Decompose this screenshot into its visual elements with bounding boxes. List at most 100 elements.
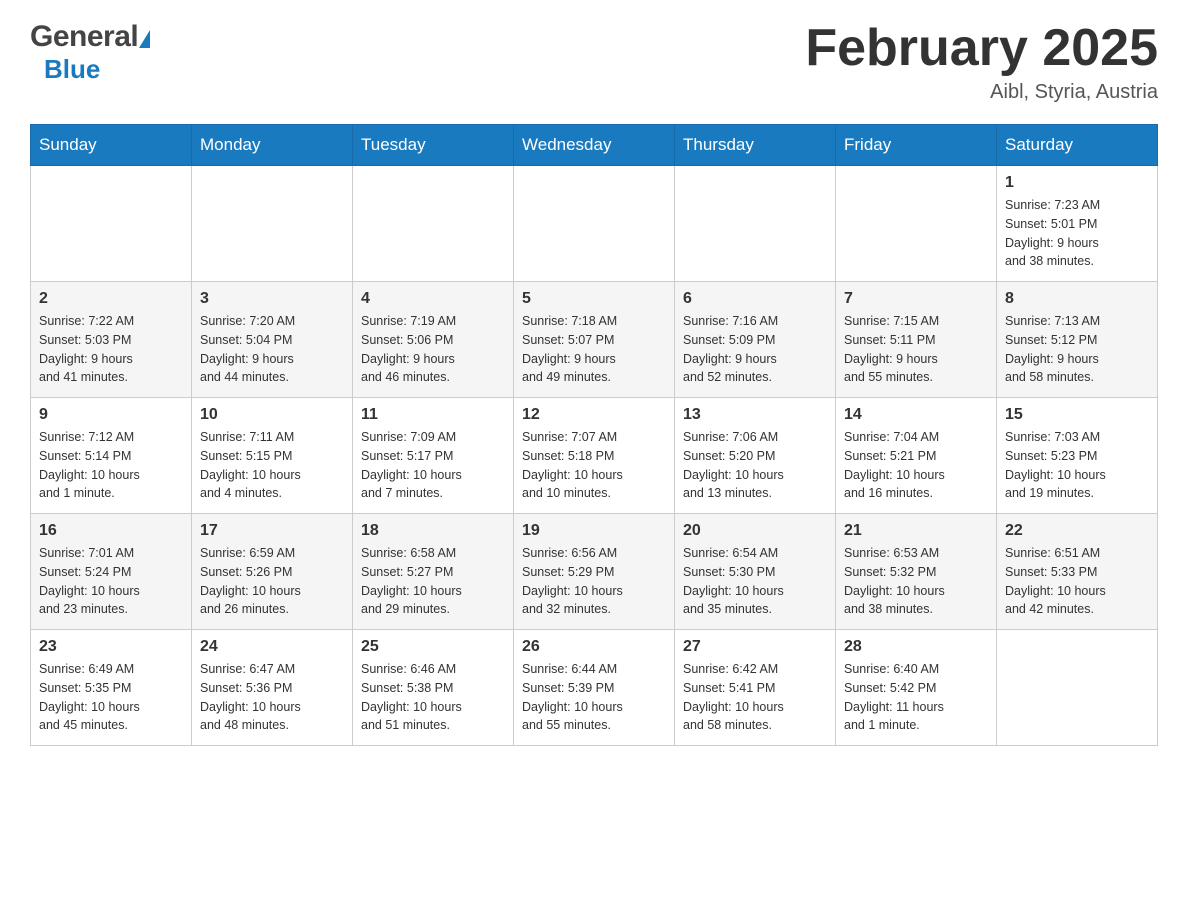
calendar-cell — [514, 166, 675, 282]
day-number: 4 — [361, 290, 505, 308]
calendar-cell: 2Sunrise: 7:22 AM Sunset: 5:03 PM Daylig… — [31, 282, 192, 398]
calendar-cell — [353, 166, 514, 282]
calendar-cell: 16 Sunrise: 7:01 AM Sunset: 5:24 PM Dayli… — [31, 514, 192, 630]
calendar-cell: 17 Sunrise: 6:59 AM Sunset: 5:26 PM Dayli… — [192, 514, 353, 630]
month-title: February 2025 — [805, 20, 1158, 77]
day-number: 25 — [361, 638, 505, 656]
day-info: Sunrise: 6:53 AM Sunset: 5:32 PM Dayligh… — [844, 544, 988, 619]
calendar-cell: 1 Sunrise: 7:23 AM Sunset: 5:01 PM Daylig… — [997, 166, 1158, 282]
calendar-week-row: 23Sunrise: 6:49 AM Sunset: 5:35 PM Dayli… — [31, 630, 1158, 746]
logo: General Blue — [30, 20, 150, 85]
calendar-cell: 20 Sunrise: 6:54 AM Sunset: 5:30 PM Dayli… — [675, 514, 836, 630]
calendar-day-header: Sunday — [31, 125, 192, 166]
day-info: Sunrise: 7:11 AM Sunset: 5:15 PM Dayligh… — [200, 428, 344, 503]
calendar-table: SundayMondayTuesdayWednesdayThursdayFrid… — [30, 124, 1158, 746]
day-info: Sunrise: 7:03 AM Sunset: 5:23 PM Dayligh… — [1005, 428, 1149, 503]
calendar-cell: 15 Sunrise: 7:03 AM Sunset: 5:23 PM Dayli… — [997, 398, 1158, 514]
day-number: 6 — [683, 290, 827, 308]
calendar-cell: 26Sunrise: 6:44 AM Sunset: 5:39 PM Dayli… — [514, 630, 675, 746]
calendar-cell: 13 Sunrise: 7:06 AM Sunset: 5:20 PM Dayli… — [675, 398, 836, 514]
calendar-cell: 10 Sunrise: 7:11 AM Sunset: 5:15 PM Dayli… — [192, 398, 353, 514]
calendar-cell — [997, 630, 1158, 746]
day-number: 15 — [1005, 406, 1149, 424]
day-info: Sunrise: 7:13 AM Sunset: 5:12 PM Dayligh… — [1005, 312, 1149, 387]
day-number: 28 — [844, 638, 988, 656]
calendar-cell: 21 Sunrise: 6:53 AM Sunset: 5:32 PM Dayli… — [836, 514, 997, 630]
calendar-cell: 11 Sunrise: 7:09 AM Sunset: 5:17 PM Dayli… — [353, 398, 514, 514]
calendar-cell: 22 Sunrise: 6:51 AM Sunset: 5:33 PM Dayli… — [997, 514, 1158, 630]
day-number: 12 — [522, 406, 666, 424]
day-number: 13 — [683, 406, 827, 424]
calendar-cell — [836, 166, 997, 282]
calendar-cell: 18 Sunrise: 6:58 AM Sunset: 5:27 PM Dayli… — [353, 514, 514, 630]
calendar-header-row: SundayMondayTuesdayWednesdayThursdayFrid… — [31, 125, 1158, 166]
day-number: 7 — [844, 290, 988, 308]
day-number: 26 — [522, 638, 666, 656]
calendar-day-header: Wednesday — [514, 125, 675, 166]
calendar-cell: 6 Sunrise: 7:16 AM Sunset: 5:09 PM Daylig… — [675, 282, 836, 398]
day-info: Sunrise: 7:19 AM Sunset: 5:06 PM Dayligh… — [361, 312, 505, 387]
day-info: Sunrise: 6:54 AM Sunset: 5:30 PM Dayligh… — [683, 544, 827, 619]
page-header: General Blue February 2025 Aibl, Styria,… — [30, 20, 1158, 104]
day-info: Sunrise: 6:59 AM Sunset: 5:26 PM Dayligh… — [200, 544, 344, 619]
calendar-cell: 9 Sunrise: 7:12 AM Sunset: 5:14 PM Daylig… — [31, 398, 192, 514]
calendar-day-header: Monday — [192, 125, 353, 166]
day-number: 20 — [683, 522, 827, 540]
day-info: Sunrise: 7:15 AM Sunset: 5:11 PM Dayligh… — [844, 312, 988, 387]
calendar-cell — [31, 166, 192, 282]
location-text: Aibl, Styria, Austria — [805, 81, 1158, 104]
day-number: 3 — [200, 290, 344, 308]
calendar-day-header: Thursday — [675, 125, 836, 166]
day-info: Sunrise: 6:47 AM Sunset: 5:36 PM Dayligh… — [200, 660, 344, 735]
calendar-week-row: 2Sunrise: 7:22 AM Sunset: 5:03 PM Daylig… — [31, 282, 1158, 398]
day-info: Sunrise: 6:51 AM Sunset: 5:33 PM Dayligh… — [1005, 544, 1149, 619]
calendar-cell — [192, 166, 353, 282]
calendar-week-row: 1 Sunrise: 7:23 AM Sunset: 5:01 PM Daylig… — [31, 166, 1158, 282]
calendar-day-header: Tuesday — [353, 125, 514, 166]
day-number: 27 — [683, 638, 827, 656]
title-section: February 2025 Aibl, Styria, Austria — [805, 20, 1158, 104]
day-number: 14 — [844, 406, 988, 424]
logo-blue-text: Blue — [44, 54, 100, 85]
calendar-day-header: Saturday — [997, 125, 1158, 166]
day-number: 24 — [200, 638, 344, 656]
calendar-cell: 27Sunrise: 6:42 AM Sunset: 5:41 PM Dayli… — [675, 630, 836, 746]
calendar-cell: 19Sunrise: 6:56 AM Sunset: 5:29 PM Dayli… — [514, 514, 675, 630]
calendar-cell: 23Sunrise: 6:49 AM Sunset: 5:35 PM Dayli… — [31, 630, 192, 746]
day-number: 1 — [1005, 174, 1149, 192]
calendar-cell: 4 Sunrise: 7:19 AM Sunset: 5:06 PM Daylig… — [353, 282, 514, 398]
day-info: Sunrise: 7:12 AM Sunset: 5:14 PM Dayligh… — [39, 428, 183, 503]
day-number: 10 — [200, 406, 344, 424]
calendar-day-header: Friday — [836, 125, 997, 166]
day-number: 16 — [39, 522, 183, 540]
day-info: Sunrise: 7:20 AM Sunset: 5:04 PM Dayligh… — [200, 312, 344, 387]
day-number: 11 — [361, 406, 505, 424]
calendar-cell: 5Sunrise: 7:18 AM Sunset: 5:07 PM Daylig… — [514, 282, 675, 398]
day-number: 21 — [844, 522, 988, 540]
calendar-cell: 24 Sunrise: 6:47 AM Sunset: 5:36 PM Dayli… — [192, 630, 353, 746]
calendar-cell: 12 Sunrise: 7:07 AM Sunset: 5:18 PM Dayli… — [514, 398, 675, 514]
day-number: 23 — [39, 638, 183, 656]
logo-arrow-icon — [139, 30, 150, 48]
day-number: 9 — [39, 406, 183, 424]
day-info: Sunrise: 6:46 AM Sunset: 5:38 PM Dayligh… — [361, 660, 505, 735]
calendar-cell: 8 Sunrise: 7:13 AM Sunset: 5:12 PM Daylig… — [997, 282, 1158, 398]
day-info: Sunrise: 7:23 AM Sunset: 5:01 PM Dayligh… — [1005, 196, 1149, 271]
day-info: Sunrise: 7:01 AM Sunset: 5:24 PM Dayligh… — [39, 544, 183, 619]
day-info: Sunrise: 7:07 AM Sunset: 5:18 PM Dayligh… — [522, 428, 666, 503]
day-info: Sunrise: 7:09 AM Sunset: 5:17 PM Dayligh… — [361, 428, 505, 503]
calendar-cell: 7 Sunrise: 7:15 AM Sunset: 5:11 PM Daylig… — [836, 282, 997, 398]
day-info: Sunrise: 6:58 AM Sunset: 5:27 PM Dayligh… — [361, 544, 505, 619]
day-number: 5 — [522, 290, 666, 308]
logo-general-text: General — [30, 20, 138, 54]
day-info: Sunrise: 7:16 AM Sunset: 5:09 PM Dayligh… — [683, 312, 827, 387]
day-number: 18 — [361, 522, 505, 540]
day-info: Sunrise: 6:40 AM Sunset: 5:42 PM Dayligh… — [844, 660, 988, 735]
calendar-cell: 28 Sunrise: 6:40 AM Sunset: 5:42 PM Dayli… — [836, 630, 997, 746]
calendar-cell — [675, 166, 836, 282]
day-number: 17 — [200, 522, 344, 540]
day-number: 22 — [1005, 522, 1149, 540]
day-info: Sunrise: 7:06 AM Sunset: 5:20 PM Dayligh… — [683, 428, 827, 503]
day-number: 8 — [1005, 290, 1149, 308]
calendar-week-row: 9 Sunrise: 7:12 AM Sunset: 5:14 PM Daylig… — [31, 398, 1158, 514]
